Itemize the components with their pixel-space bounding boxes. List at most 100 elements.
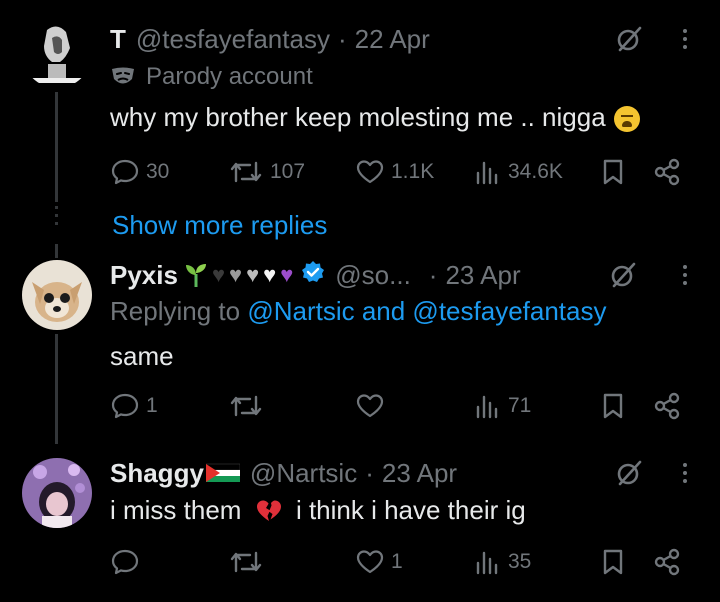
tweet-pyxis[interactable]: Pyxis ♥ ♥ ♥ ♥ ♥ @so... · 23 Apr Replying… xyxy=(0,250,720,444)
display-name[interactable]: Pyxis xyxy=(110,260,178,291)
tweet-tesfayefantasy[interactable]: T @tesfayefantasy · 22 Apr Parody accoun… xyxy=(0,0,720,202)
repost-icon xyxy=(230,395,262,417)
tweet-text: i miss them i think i have their ig xyxy=(110,495,526,526)
tweet-text-part1: i miss them xyxy=(110,495,242,525)
parody-label: Parody account xyxy=(110,60,720,94)
bookmark-button[interactable] xyxy=(598,389,628,423)
views-button[interactable]: 34.6K xyxy=(472,155,563,189)
views-count: 71 xyxy=(508,394,532,417)
mask-icon xyxy=(112,67,134,84)
views-button[interactable]: 71 xyxy=(472,389,531,423)
tweet-date[interactable]: 23 Apr xyxy=(445,260,520,291)
share-icon xyxy=(654,392,680,420)
tweet-date[interactable]: 22 Apr xyxy=(355,24,430,55)
thread-line xyxy=(55,92,58,202)
white-heart-icon: ♥ xyxy=(263,262,277,287)
grok-icon[interactable] xyxy=(614,24,644,54)
bookmark-icon xyxy=(603,549,623,575)
grok-icon[interactable] xyxy=(608,260,638,290)
tweet-date[interactable]: 23 Apr xyxy=(382,458,457,489)
tweet-text: why my brother keep molesting me .. nigg… xyxy=(110,102,640,133)
avatar[interactable] xyxy=(22,458,92,528)
user-handle[interactable]: @tesfayefantasy xyxy=(136,24,330,55)
reply-button[interactable]: 1 xyxy=(110,389,158,423)
display-name[interactable]: T xyxy=(110,24,126,55)
like-count: 1 xyxy=(391,550,403,573)
avatar-image xyxy=(22,260,92,330)
replying-to: Replying to @Nartsic and @tesfayefantasy xyxy=(110,296,606,327)
like-button[interactable]: 1 xyxy=(355,545,403,579)
repost-button[interactable] xyxy=(228,389,270,423)
grok-icon[interactable] xyxy=(614,458,644,488)
display-name[interactable]: Shaggy xyxy=(110,458,204,489)
seedling-icon xyxy=(185,264,206,287)
share-button[interactable] xyxy=(652,545,682,579)
grey-heart-icon: ♥ xyxy=(229,262,243,287)
name-emojis: ♥ ♥ ♥ ♥ ♥ xyxy=(184,262,293,288)
share-icon xyxy=(654,548,680,576)
views-button[interactable]: 35 xyxy=(472,545,531,579)
weary-face-emoji xyxy=(613,106,640,133)
avatar[interactable] xyxy=(22,260,92,330)
black-heart-icon: ♥ xyxy=(211,262,226,287)
broken-heart-emoji xyxy=(255,495,283,526)
bookmark-button[interactable] xyxy=(598,545,628,579)
repost-icon xyxy=(230,161,262,183)
like-count: 1.1K xyxy=(391,160,435,183)
tweet-text-content: why my brother keep molesting me .. nigg… xyxy=(110,102,606,132)
user-handle[interactable]: @so... xyxy=(335,260,411,291)
like-button[interactable]: 1.1K xyxy=(355,155,434,189)
avatar-image xyxy=(22,458,92,528)
heart-icon xyxy=(356,550,384,574)
replying-to-users[interactable]: @Nartsic and @tesfayefantasy xyxy=(247,296,606,326)
show-more-replies-row[interactable]: Show more replies xyxy=(0,200,720,258)
like-button[interactable] xyxy=(355,389,391,423)
reply-count: 1 xyxy=(146,394,158,417)
verified-badge-icon xyxy=(301,260,325,291)
reply-icon xyxy=(111,393,139,419)
tweet-actions: 1 71 xyxy=(110,389,690,423)
bookmark-icon xyxy=(603,159,623,185)
parody-label-text: Parody account xyxy=(146,63,313,90)
more-options-icon[interactable] xyxy=(680,460,690,488)
tweet-actions: 1 35 xyxy=(110,545,690,579)
tweet-actions: 30 107 1.1K 34.6K xyxy=(110,155,690,189)
separator-dot: · xyxy=(365,457,374,488)
bookmark-button[interactable] xyxy=(598,155,628,189)
views-icon xyxy=(476,161,498,185)
tweet-shaggy[interactable]: Shaggy @Nartsic · 23 Apr i miss them i t… xyxy=(0,440,720,602)
heart-icon xyxy=(356,394,384,418)
bookmark-icon xyxy=(603,393,623,419)
separator-dot: · xyxy=(337,23,347,54)
user-handle[interactable]: @Nartsic xyxy=(250,458,357,489)
purple-heart-icon: ♥ xyxy=(280,262,294,287)
avatar[interactable] xyxy=(22,18,92,88)
thread-dots xyxy=(55,206,58,230)
share-icon xyxy=(654,158,680,186)
reply-button[interactable]: 30 xyxy=(110,155,169,189)
heart-icon xyxy=(356,160,384,184)
more-options-icon[interactable] xyxy=(680,26,690,54)
reply-count: 30 xyxy=(146,160,170,183)
replying-to-label: Replying to xyxy=(110,296,241,326)
repost-button[interactable]: 107 xyxy=(228,155,305,189)
repost-count: 107 xyxy=(270,160,306,183)
views-icon xyxy=(476,551,498,575)
more-options-icon[interactable] xyxy=(680,262,690,290)
reply-button[interactable] xyxy=(110,545,146,579)
repost-button[interactable] xyxy=(228,545,270,579)
tweet-text-part2: i think i have their ig xyxy=(295,495,526,525)
repost-icon xyxy=(230,551,262,573)
show-more-replies-link[interactable]: Show more replies xyxy=(112,210,327,241)
separator-dot: · xyxy=(428,259,438,290)
views-icon xyxy=(476,395,498,419)
palestine-flag-icon xyxy=(205,463,240,482)
thread-line xyxy=(55,334,58,444)
share-button[interactable] xyxy=(652,155,682,189)
grey-heart-icon: ♥ xyxy=(246,262,260,287)
views-count: 34.6K xyxy=(508,160,563,183)
share-button[interactable] xyxy=(652,389,682,423)
views-count: 35 xyxy=(508,550,532,573)
reply-icon xyxy=(111,549,139,575)
tweet-text: same xyxy=(110,341,174,371)
